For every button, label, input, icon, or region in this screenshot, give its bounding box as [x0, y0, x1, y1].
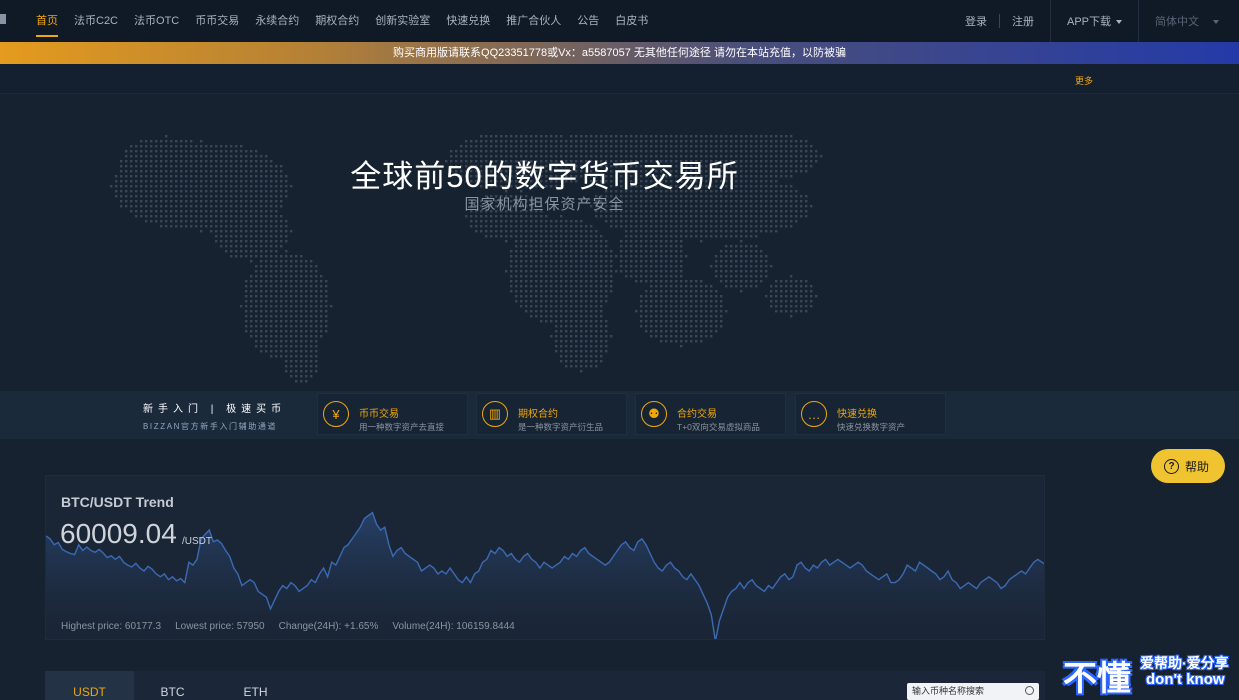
- quick-card-title: 期权合约: [518, 409, 558, 420]
- quick-card-desc: 是一种数字资产衍生品: [518, 422, 604, 432]
- btc-trend-chart: BTC/USDT Trend 60009.04 /USDT Highest pr…: [45, 475, 1045, 640]
- nav-item-6[interactable]: 创新实验室: [367, 0, 438, 42]
- newbie-guide[interactable]: 新手入门 | 极速买币 BIZZAN官方新手入门辅助通道: [143, 400, 308, 432]
- stat-low: Lowest price: 57950: [175, 621, 265, 632]
- quick-card-1[interactable]: ▥ 期权合约是一种数字资产衍生品: [476, 393, 627, 435]
- divider: [1049, 0, 1051, 42]
- market-tab-usdt[interactable]: USDT: [45, 671, 134, 700]
- stat-change: Change(24H): +1.65%: [278, 621, 379, 632]
- question-icon: ?: [1164, 458, 1179, 474]
- quick-card-title: 合约交易: [677, 409, 717, 420]
- app-download-label: APP下载: [1066, 16, 1111, 28]
- help-label: 帮助: [1185, 459, 1210, 474]
- hero-title: 全球前50的数字货币交易所: [350, 159, 739, 194]
- hero-subtitle: 国家机构担保资产安全: [464, 196, 625, 213]
- nav-item-2[interactable]: 法币OTC: [126, 0, 187, 42]
- quick-card-0[interactable]: ¥ 币币交易用一种数字资产去直接: [317, 393, 468, 435]
- chevron-down-icon: [1213, 20, 1219, 25]
- current-price: 60009.04: [60, 518, 177, 549]
- hero-section: 全球前50的数字货币交易所 国家机构担保资产安全: [0, 95, 1239, 391]
- newbie-guide-title: 新手入门 | 极速买币: [143, 404, 287, 415]
- more-link[interactable]: 更多: [1075, 74, 1093, 87]
- watermark-big-text: 不懂: [1063, 660, 1131, 698]
- notice-banner: 购买商用版请联系QQ23351778或Vx：a5587057 无其他任何途径 请…: [0, 42, 1239, 64]
- chat-icon: …: [801, 401, 827, 427]
- chart-icon: ▥: [482, 401, 508, 427]
- yen-icon: ¥: [323, 401, 349, 427]
- nav-item-8[interactable]: 推广合伙人: [498, 0, 569, 42]
- world-map-image: [110, 135, 823, 383]
- market-tab-eth[interactable]: ETH: [211, 671, 300, 700]
- quick-card-desc: 用一种数字资产去直接: [359, 422, 445, 432]
- nav-item-10[interactable]: 白皮书: [607, 0, 656, 42]
- quick-card-title: 快速兑换: [837, 409, 877, 420]
- coin-search-input[interactable]: 输入币种名称搜索: [907, 683, 1039, 700]
- market-tabs-bar: USDT BTC ETH 输入币种名称搜索: [45, 671, 1045, 700]
- watermark-logo: 不懂 爱帮助·爱分享 don't know: [1063, 651, 1233, 698]
- quick-card-title: 币币交易: [359, 409, 399, 420]
- nav-item-0[interactable]: 首页: [28, 0, 66, 42]
- language-select[interactable]: 简体中文: [1143, 13, 1239, 29]
- quick-card-2[interactable]: ⚉ 合约交易 T+0双向交易虚拟商品: [635, 393, 786, 435]
- quick-entry-bar: 新手入门 | 极速买币 BIZZAN官方新手入门辅助通道 ¥ 币币交易用一种数字资…: [0, 391, 1239, 439]
- quick-card-3[interactable]: … 快速兑换快速兑换数字资产: [795, 393, 946, 435]
- newbie-guide-subtitle: BIZZAN官方新手入门辅助通道: [143, 422, 278, 431]
- watermark-line2: don't know: [1146, 671, 1225, 688]
- logo[interactable]: [0, 14, 6, 24]
- chevron-down-icon: [1116, 20, 1122, 25]
- price-chart: [46, 511, 1044, 639]
- nav-item-3[interactable]: 币币交易: [187, 0, 247, 42]
- stat-volume: Volume(24H): 106159.8444: [392, 621, 515, 632]
- language-label: 简体中文: [1155, 16, 1199, 28]
- nav-item-1[interactable]: 法币C2C: [66, 0, 126, 42]
- nav-item-7[interactable]: 快速兑换: [438, 0, 498, 42]
- search-placeholder: 输入币种名称搜索: [912, 686, 985, 696]
- search-icon: [1025, 686, 1034, 695]
- chart-stats: Highest price: 60177.3 Lowest price: 579…: [61, 621, 529, 632]
- market-tab-btc[interactable]: BTC: [128, 671, 217, 700]
- nav-right-group: 登录 注册 APP下载 简体中文: [953, 0, 1239, 42]
- top-navbar: 首页 法币C2C 法币OTC 币币交易 永续合约 期权合约 创新实验室 快速兑换 推广合伙人 公告…: [0, 0, 1239, 42]
- price-unit: /USDT: [182, 536, 212, 547]
- help-button[interactable]: ? 帮助: [1151, 449, 1225, 483]
- main-nav: 首页 法币C2C 法币OTC 币币交易 永续合约 期权合约 创新实验室 快速兑换 推广合伙人 公告…: [28, 0, 656, 42]
- app-download-dropdown[interactable]: APP下载: [1055, 13, 1134, 29]
- nav-item-4[interactable]: 永续合约: [247, 0, 307, 42]
- quick-card-desc: T+0双向交易虚拟商品: [677, 422, 760, 432]
- nav-item-5[interactable]: 期权合约: [307, 0, 367, 42]
- chart-title: BTC/USDT Trend: [61, 494, 174, 510]
- quick-card-desc: 快速兑换数字资产: [837, 422, 906, 432]
- login-link[interactable]: 登录: [953, 13, 999, 29]
- divider: [1138, 0, 1139, 42]
- announcement-bar: 更多: [0, 64, 1239, 94]
- network-icon: ⚉: [641, 401, 667, 427]
- stat-high: Highest price: 60177.3: [61, 621, 162, 632]
- nav-item-9[interactable]: 公告: [569, 0, 607, 42]
- watermark-line1: 爱帮助·爱分享: [1140, 655, 1229, 671]
- register-link[interactable]: 注册: [1000, 13, 1046, 29]
